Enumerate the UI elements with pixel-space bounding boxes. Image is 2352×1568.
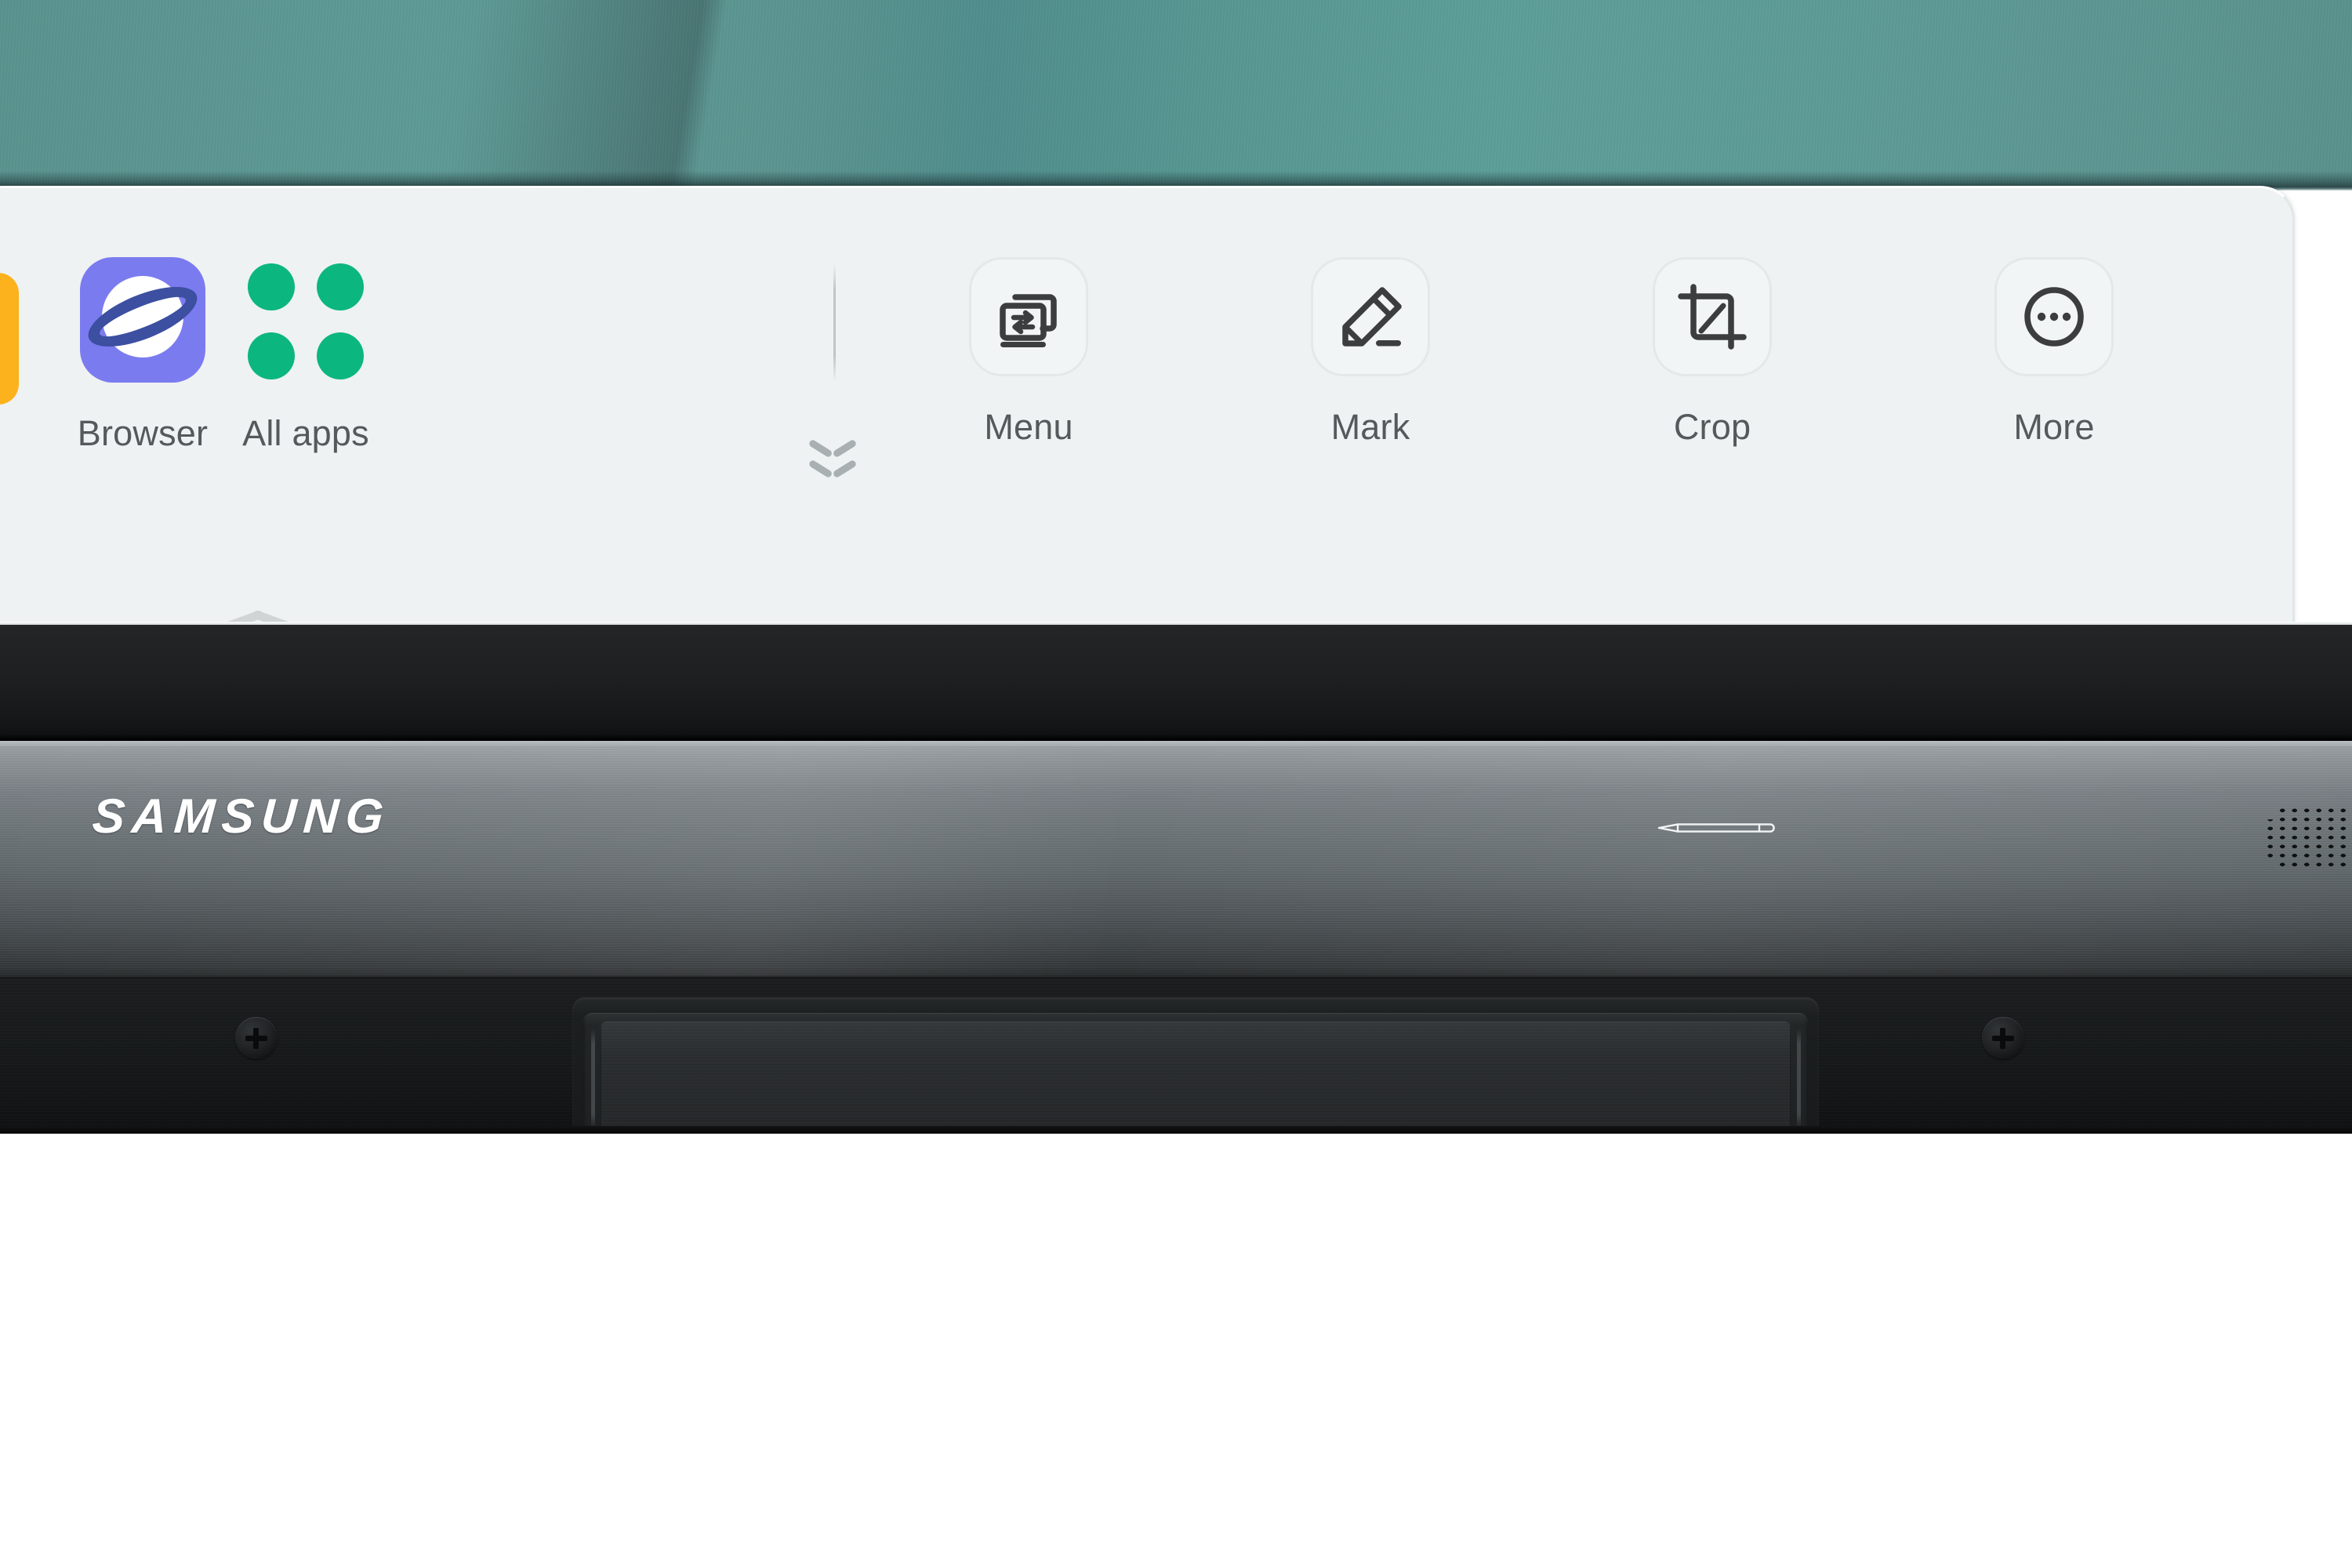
stylus-pen-icon <box>1656 822 1780 834</box>
clipped-app-icon[interactable] <box>0 273 19 405</box>
screenshot-stage: Browser All apps Menu Mark Crop More SAM… <box>0 0 2352 1568</box>
tool-menu[interactable]: Menu <box>911 257 1146 445</box>
double-chevron-down-icon[interactable] <box>804 435 858 490</box>
desktop-wallpaper <box>0 0 2352 191</box>
shortcut-all-apps-label: All apps <box>242 413 369 453</box>
cable-tray-inner <box>601 1022 1791 1136</box>
cable-tray-slit-left <box>591 1029 595 1129</box>
chevron-up-icon[interactable] <box>222 588 292 618</box>
tool-more-label: More <box>2013 407 2095 447</box>
tool-mark[interactable]: Mark <box>1253 257 1488 445</box>
screen-mirror-swap-icon <box>1000 294 1057 347</box>
tool-menu-button[interactable] <box>969 257 1088 376</box>
all-apps-grid-icon <box>243 257 368 383</box>
tool-crop-button[interactable] <box>1653 257 1772 376</box>
tool-more[interactable]: More <box>1936 257 2172 445</box>
brushed-metal-bar <box>0 741 2352 976</box>
metal-bar-highlight <box>0 741 2352 746</box>
chassis-bottom-edge <box>0 1126 2352 1134</box>
phillips-screw-left <box>235 1017 278 1059</box>
shortcut-all-apps[interactable]: All apps <box>188 257 423 451</box>
tool-crop-label: Crop <box>1673 407 1751 447</box>
tool-menu-label: Menu <box>984 407 1073 447</box>
phillips-screw-right <box>1982 1017 2024 1059</box>
pencil-edit-icon <box>1342 287 1402 347</box>
samsung-brand-logo: SAMSUNG <box>90 789 393 844</box>
tool-mark-button[interactable] <box>1311 257 1430 376</box>
white-background-area <box>0 1134 2352 1568</box>
samsung-internet-browser-icon <box>80 257 205 383</box>
display-black-bezel <box>0 625 2352 741</box>
tool-crop[interactable]: Crop <box>1595 257 1830 445</box>
taskbar-divider <box>833 264 836 382</box>
more-ellipsis-circle-icon <box>2024 287 2084 347</box>
speaker-grille-icon <box>2264 806 2352 867</box>
tool-mark-label: Mark <box>1330 407 1410 447</box>
edge-taskbar-panel: Browser All apps Menu Mark Crop More <box>0 186 2295 630</box>
tool-more-button[interactable] <box>1994 257 2114 376</box>
cable-tray-slit-right <box>1797 1029 1801 1129</box>
crop-icon <box>1678 284 1747 350</box>
